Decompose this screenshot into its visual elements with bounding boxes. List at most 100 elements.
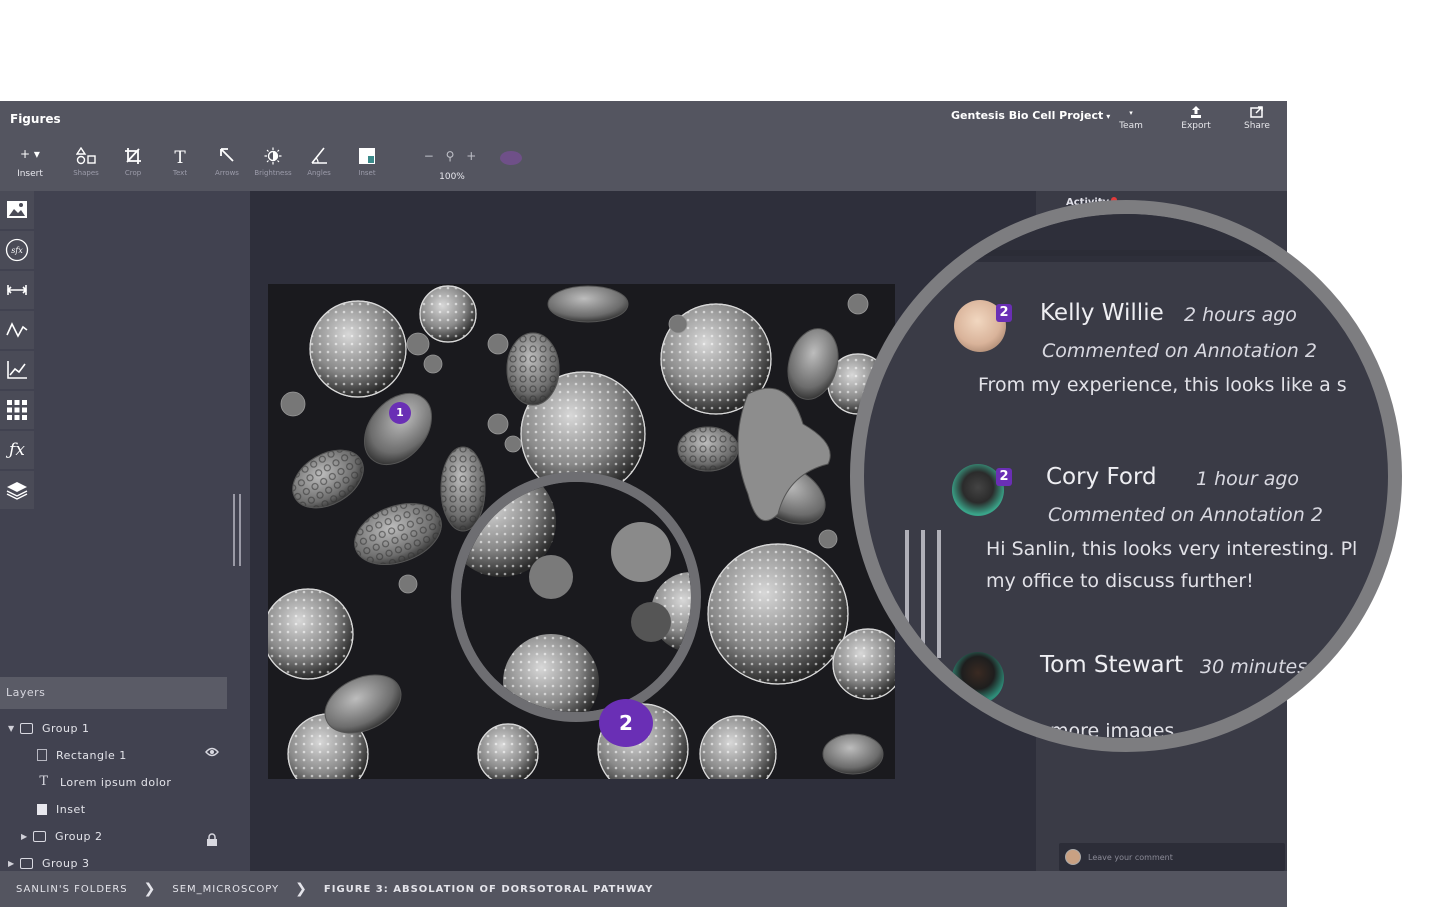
- export-icon: [1171, 105, 1221, 121]
- layer-inset[interactable]: Inset: [37, 799, 86, 819]
- magnified-pollen: [461, 482, 691, 712]
- svg-text:sfx: sfx: [11, 246, 23, 255]
- brightness-tool[interactable]: Brightness: [253, 147, 293, 177]
- annotation-marker-1[interactable]: 1: [389, 402, 411, 424]
- brightness-label: Brightness: [254, 169, 292, 177]
- zoom-lens-comments: 2 Kelly Willie 2 hours ago Commented on …: [850, 200, 1402, 752]
- chevron-right-icon: ❯: [143, 881, 157, 897]
- comment-author: Kelly Willie: [1040, 300, 1164, 326]
- project-selector[interactable]: Gentesis Bio Cell Project ▾: [951, 109, 1110, 122]
- more-images-link[interactable]: more images: [1050, 720, 1174, 738]
- annotation-count-badge: 2: [996, 468, 1012, 486]
- layer-rectangle-1[interactable]: Rectangle 1: [37, 745, 127, 765]
- text-icon: T: [174, 148, 186, 168]
- share-button[interactable]: Share: [1232, 105, 1282, 131]
- crop-icon: [113, 147, 153, 169]
- annotation-marker-2[interactable]: 2: [599, 699, 653, 747]
- comment-text: From my experience, this looks like a s: [978, 374, 1347, 396]
- export-label: Export: [1181, 121, 1211, 131]
- team-label: Team: [1119, 121, 1143, 131]
- project-name: Gentesis Bio Cell Project: [951, 109, 1104, 122]
- layer-group-2[interactable]: ▶ Group 2: [21, 826, 102, 846]
- breadcrumb-item-sem[interactable]: SEM_MICROSCOPY: [172, 884, 279, 895]
- breadcrumb-item-folders[interactable]: SANLIN'S FOLDERS: [16, 884, 128, 895]
- angles-tool[interactable]: Angles: [299, 147, 339, 177]
- lens-divider: [864, 250, 1388, 256]
- share-label: Share: [1244, 121, 1270, 131]
- angles-label: Angles: [307, 169, 331, 177]
- function-icon[interactable]: ƒx: [0, 431, 34, 469]
- comment-placeholder: Leave your comment: [1088, 852, 1173, 862]
- chevron-right-icon: ❯: [295, 881, 308, 897]
- lock-icon[interactable]: [206, 833, 218, 851]
- plus-dropdown-icon: + ▾: [20, 147, 40, 161]
- avatar: [952, 652, 1004, 704]
- arrows-tool[interactable]: Arrows: [207, 147, 247, 177]
- zoom-search-icon: ⚲: [445, 149, 459, 163]
- comment-subtitle: Commented on Annotation 2: [1048, 504, 1323, 526]
- app-title: Figures: [10, 112, 61, 126]
- panel-resize-handle[interactable]: [233, 494, 241, 566]
- share-icon: [1232, 105, 1282, 121]
- team-button[interactable]: ▾ Team: [1106, 105, 1156, 131]
- chevron-right-icon[interactable]: ▶: [8, 859, 20, 868]
- crop-tool[interactable]: Crop: [113, 147, 153, 177]
- sfx-icon[interactable]: sfx: [0, 231, 34, 269]
- comment-time: 1 hour ago: [1196, 468, 1300, 490]
- text-icon: T: [39, 774, 49, 789]
- shapes-label: Shapes: [73, 169, 99, 177]
- brightness-icon: [253, 147, 293, 169]
- shapes-tool[interactable]: Shapes: [66, 146, 106, 177]
- text-tool[interactable]: T Text: [160, 147, 200, 177]
- zoom-buttons: − ⚲ +: [420, 149, 484, 165]
- layer-label: Group 2: [55, 829, 103, 843]
- rectangle-icon: [37, 749, 47, 761]
- layer-group-1[interactable]: ▼ Group 1: [8, 718, 89, 738]
- image-icon[interactable]: [0, 191, 34, 229]
- folder-icon: [20, 722, 33, 734]
- visibility-toggle-icon[interactable]: [500, 151, 522, 165]
- crop-label: Crop: [124, 169, 142, 177]
- breadcrumb: SANLIN'S FOLDERS ❯ SEM_MICROSCOPY ❯ FIGU…: [0, 871, 1287, 907]
- inset-icon: [37, 803, 47, 815]
- measure-icon[interactable]: [0, 271, 34, 309]
- zoom-in-button[interactable]: +: [466, 149, 480, 163]
- comment-text-line2: my office to discuss further!: [986, 570, 1254, 592]
- inset-icon: [347, 147, 387, 169]
- folder-icon: [33, 830, 46, 842]
- grid-icon[interactable]: [0, 391, 34, 429]
- shapes-icon: [66, 146, 106, 169]
- comment-time: 2 hours ago: [1184, 304, 1297, 326]
- chevron-down-icon[interactable]: ▼: [8, 724, 20, 733]
- comment-author: Tom Stewart: [1040, 652, 1184, 678]
- layer-label: Group 3: [42, 856, 90, 870]
- export-button[interactable]: Export: [1171, 105, 1221, 131]
- layer-group-3[interactable]: ▶ Group 3: [8, 853, 89, 873]
- eye-icon[interactable]: [205, 746, 219, 761]
- chevron-right-icon[interactable]: ▶: [21, 832, 33, 841]
- comment-subtitle: Commented on Annotation 2: [1042, 340, 1317, 362]
- text-label: Text: [172, 169, 188, 177]
- layer-label: Rectangle 1: [56, 748, 127, 762]
- zoom-level: 100%: [439, 172, 465, 182]
- layer-label: Lorem ipsum dolor: [60, 775, 172, 789]
- top-toolbar: Figures Gentesis Bio Cell Project ▾ ▾ Tea…: [0, 101, 1287, 191]
- inset-label: Inset: [358, 169, 376, 177]
- team-dropdown-icon: ▾: [1129, 109, 1133, 117]
- arrows-label: Arrows: [215, 169, 239, 177]
- avatar: [1065, 849, 1081, 865]
- layer-text[interactable]: T Lorem ipsum dolor: [37, 772, 171, 792]
- zoom-out-button[interactable]: −: [424, 149, 438, 163]
- chart-icon[interactable]: [0, 351, 34, 389]
- inset-tool[interactable]: Inset: [347, 147, 387, 177]
- angle-icon: [299, 147, 339, 169]
- comment-input[interactable]: Leave your comment: [1059, 843, 1285, 871]
- line-graph-icon[interactable]: [0, 311, 34, 349]
- layer-label: Inset: [56, 802, 86, 816]
- annotation-count-badge: 2: [996, 304, 1012, 322]
- layers-header: Layers: [0, 677, 227, 709]
- insert-button[interactable]: + ▾ Insert: [10, 147, 50, 179]
- comment-text: Hi Sanlin, this looks very interesting. …: [986, 538, 1358, 560]
- layers-icon[interactable]: [0, 471, 34, 509]
- zoom-lens-small: [451, 472, 701, 722]
